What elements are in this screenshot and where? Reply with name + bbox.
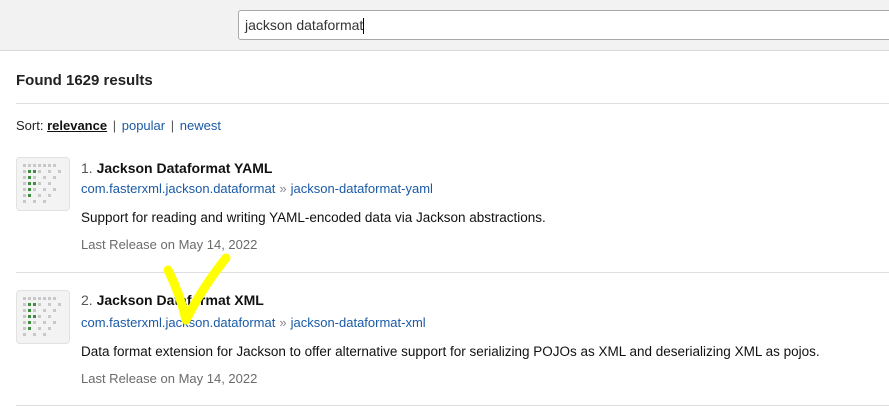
fasterxml-logo-icon[interactable]	[16, 157, 70, 211]
group-id-link[interactable]: com.fasterxml.jackson.dataformat	[81, 181, 275, 196]
divider	[16, 405, 889, 406]
top-search-bar: jackson dataformat	[0, 0, 889, 51]
result-number: 2.	[81, 292, 93, 308]
result-release-date: Last Release on May 14, 2022	[81, 237, 258, 252]
result-description: Data format extension for Jackson to off…	[81, 344, 820, 359]
result-description: Support for reading and writing YAML-enc…	[81, 210, 546, 225]
breadcrumb-arrow: »	[279, 315, 287, 330]
sort-bar: Sort: relevance | popular | newest	[16, 118, 221, 133]
yellow-checkmark-icon	[163, 253, 231, 325]
result-title-link[interactable]: Jackson Dataformat YAML	[97, 160, 273, 176]
sort-popular-link[interactable]: popular	[122, 118, 165, 133]
sort-newest-link[interactable]: newest	[180, 118, 221, 133]
search-input[interactable]: jackson dataformat	[238, 10, 889, 40]
artifact-id-link[interactable]: jackson-dataformat-yaml	[291, 181, 433, 196]
text-cursor	[363, 18, 365, 35]
result-release-date: Last Release on May 14, 2022	[81, 371, 258, 386]
result-title: 1. Jackson Dataformat YAML	[81, 160, 272, 176]
result-coordinates: com.fasterxml.jackson.dataformat» jackson…	[81, 315, 426, 330]
divider	[16, 103, 889, 104]
fasterxml-logo-icon[interactable]	[16, 290, 70, 344]
sort-label: Sort:	[16, 118, 44, 133]
sort-relevance-link[interactable]: relevance	[47, 118, 107, 133]
breadcrumb-arrow: »	[279, 181, 287, 196]
result-number: 1.	[81, 160, 93, 176]
sort-separator: |	[112, 118, 117, 133]
result-coordinates: com.fasterxml.jackson.dataformat » jackson…	[81, 181, 433, 196]
sort-separator: |	[170, 118, 175, 133]
artifact-id-link[interactable]: jackson-dataformat-xml	[291, 315, 426, 330]
search-query-text: jackson dataformat	[245, 17, 364, 33]
divider	[16, 272, 889, 273]
results-count-heading: Found 1629 results	[16, 72, 153, 89]
